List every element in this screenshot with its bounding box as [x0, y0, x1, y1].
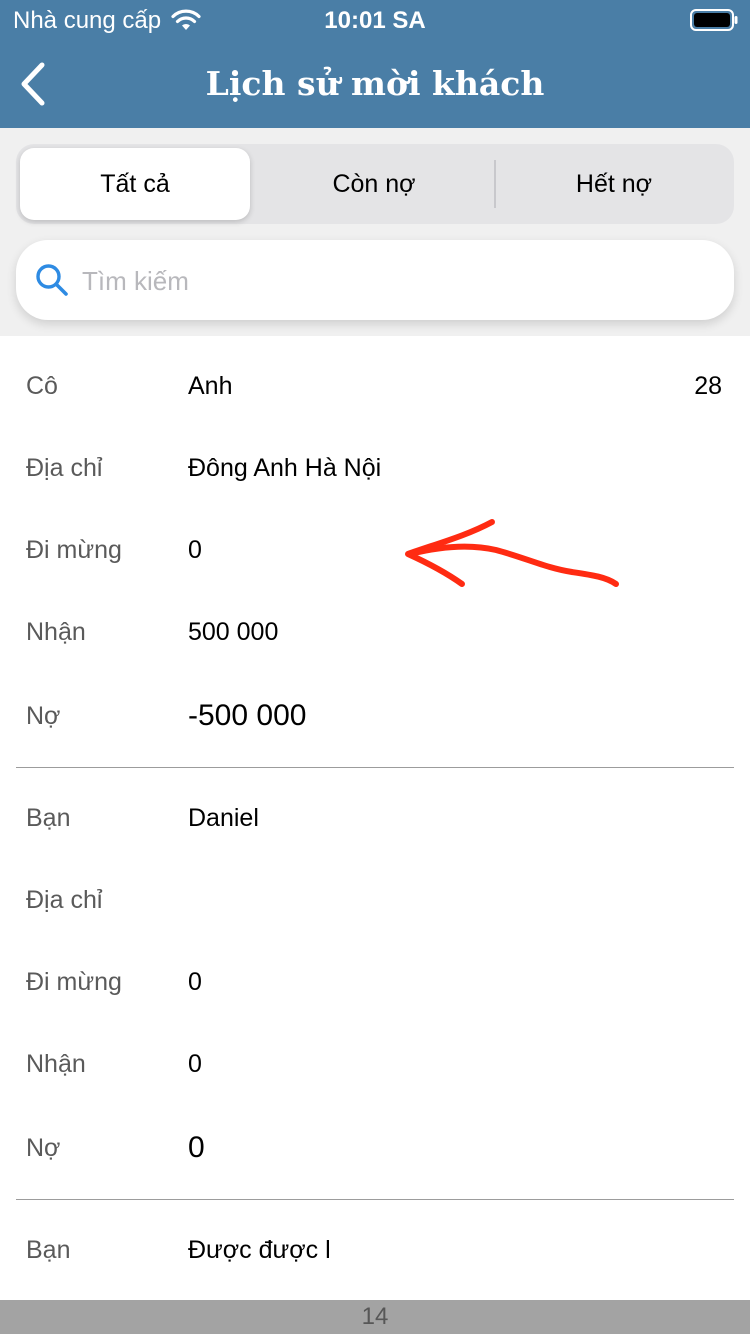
- record-name: Được được l: [188, 1236, 331, 1264]
- record-address-row: Địa chỉ: [0, 880, 750, 920]
- record-name: Anh: [188, 372, 233, 400]
- filter-tabs: Tất cả Còn nợ Hết nợ: [16, 144, 734, 224]
- address-value: Đông Anh Hà Nội: [188, 454, 382, 482]
- record-debt-row: Nợ -500 000: [0, 696, 750, 736]
- received-value: 500 000: [188, 618, 279, 646]
- status-time: 10:01 SA: [324, 7, 426, 34]
- debt-value: -500 000: [188, 699, 307, 732]
- annotation-arrow-icon: [405, 519, 619, 587]
- received-value: 0: [188, 1050, 202, 1078]
- page-title: Lịch sử mời khách: [205, 64, 545, 103]
- record-received-row: Nhận 0: [0, 1044, 750, 1084]
- tab-label: Tất cả: [100, 169, 170, 198]
- record-title-label: Bạn: [26, 804, 71, 832]
- tab-divider: [494, 160, 496, 208]
- record-title-row: Cô Anh 28: [0, 366, 750, 406]
- search-bar: [16, 240, 734, 320]
- page-number: 14: [361, 1303, 389, 1330]
- tab-label: Hết nợ: [575, 169, 653, 198]
- chevron-left-icon: [21, 62, 45, 106]
- record-count: 28: [694, 372, 722, 400]
- nav-header: Nhà cung cấp 10:01 SA Lịch sử mời khách: [0, 0, 750, 128]
- record-gift-row: Đi mừng 0: [0, 530, 750, 570]
- record-debt-row: Nợ 0: [0, 1128, 750, 1168]
- address-label: Địa chỉ: [26, 886, 103, 914]
- received-label: Nhận: [26, 618, 86, 646]
- page-footer: 14: [0, 1300, 750, 1334]
- guest-record[interactable]: Bạn Daniel Địa chỉ Đi mừng 0 Nhận 0 Nợ 0: [0, 768, 750, 1200]
- received-label: Nhận: [26, 1050, 86, 1078]
- record-gift-row: Đi mừng 0: [0, 962, 750, 1002]
- debt-label: Nợ: [26, 702, 61, 730]
- search-icon: [36, 264, 68, 296]
- record-received-row: Nhận 500 000: [0, 612, 750, 652]
- record-name: Daniel: [188, 804, 259, 832]
- search-input[interactable]: [80, 256, 704, 306]
- debt-label: Nợ: [26, 1134, 61, 1162]
- tab-in-debt[interactable]: Còn nợ: [256, 148, 492, 220]
- record-address-row: Địa chỉ Đông Anh Hà Nội: [0, 448, 750, 488]
- status-bar: Nhà cung cấp 10:01 SA: [0, 0, 750, 40]
- guest-record[interactable]: Bạn Được được l: [0, 1200, 750, 1300]
- tab-label: Còn nợ: [332, 169, 416, 198]
- record-title-row: Bạn Được được l: [0, 1230, 750, 1270]
- guest-record[interactable]: Cô Anh 28 Địa chỉ Đông Anh Hà Nội Đi mừn…: [0, 336, 750, 768]
- debt-value: 0: [188, 1131, 205, 1164]
- record-title-row: Bạn Daniel: [0, 798, 750, 838]
- tab-all[interactable]: Tất cả: [20, 148, 250, 220]
- battery-icon: [690, 9, 738, 31]
- record-title-label: Bạn: [26, 1236, 71, 1264]
- address-label: Địa chỉ: [26, 454, 103, 482]
- back-button[interactable]: [8, 56, 58, 112]
- record-title-label: Cô: [26, 372, 58, 400]
- gift-value: 0: [188, 536, 202, 564]
- tab-paid-off[interactable]: Hết nợ: [498, 148, 730, 220]
- gift-value: 0: [188, 968, 202, 996]
- gift-label: Đi mừng: [26, 536, 122, 564]
- gift-label: Đi mừng: [26, 968, 122, 996]
